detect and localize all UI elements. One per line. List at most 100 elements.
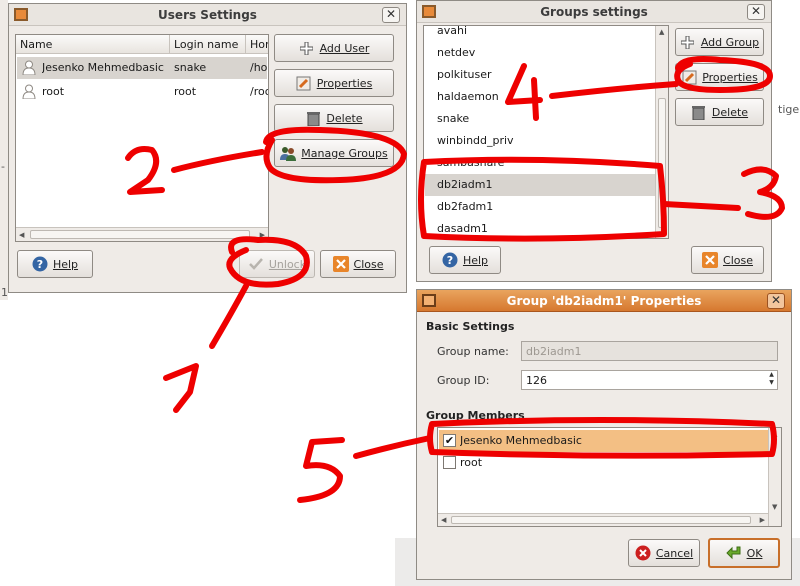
help-icon: ? [32, 256, 48, 272]
add-group-label: Add Group [700, 35, 760, 49]
delete-label: Delete [326, 111, 363, 125]
trash-icon [691, 104, 707, 120]
member-checkbox[interactable]: ✔ [443, 434, 456, 447]
background-window-strip [0, 0, 8, 300]
users-group-icon [280, 145, 297, 161]
manage-groups-button[interactable]: Manage Groups [274, 139, 394, 167]
group-name-field[interactable]: db2iadm1 [521, 341, 778, 361]
table-row[interactable]: root root /roo [17, 81, 268, 103]
group-properties-titlebar: Group 'db2iadm1' Properties ✕ [417, 290, 791, 312]
trash-icon [305, 110, 321, 126]
groups-help-button[interactable]: ? Help [429, 246, 501, 274]
add-group-button[interactable]: Add Group [675, 28, 764, 56]
manage-groups-label: Manage Groups [301, 146, 388, 160]
list-item[interactable]: db2fadm1 [425, 196, 667, 218]
groups-close-button[interactable]: Close [691, 246, 764, 274]
close-icon[interactable]: ✕ [747, 4, 765, 20]
svg-text:?: ? [447, 254, 453, 267]
member-name: root [460, 456, 483, 469]
add-user-label: Add User [319, 41, 370, 55]
list-item[interactable]: polkituser [425, 64, 667, 86]
user-home: /hor [250, 61, 268, 74]
list-item[interactable]: avahi [425, 26, 667, 42]
groups-titlebar: Groups settings ✕ [417, 1, 771, 23]
member-row[interactable]: root [439, 452, 780, 474]
help-label: Help [462, 253, 489, 267]
background-text-fragment: - [1, 160, 5, 173]
group-properties-button[interactable]: Properties [675, 63, 764, 91]
unlock-label: Unlock [268, 257, 307, 271]
check-icon [248, 256, 264, 272]
basic-settings-heading: Basic Settings [426, 320, 515, 333]
list-item[interactable]: snake [425, 108, 667, 130]
scroll-left-icon[interactable]: ◀ [441, 516, 446, 524]
user-avatar-icon [22, 84, 36, 99]
background-text-fragment: tige [778, 103, 800, 116]
list-item-selected[interactable]: db2iadm1 [425, 174, 667, 196]
ok-label: OK [746, 546, 763, 560]
properties-label: Properties [316, 76, 373, 90]
close-icon[interactable]: ✕ [382, 7, 400, 23]
scroll-left-icon[interactable]: ◀ [19, 231, 24, 239]
scrollbar-thumb[interactable] [451, 516, 751, 524]
column-header-home[interactable]: Hor [246, 35, 268, 54]
scroll-right-icon[interactable]: ▶ [760, 516, 765, 524]
annotation-digit-1 [163, 363, 199, 413]
add-user-button[interactable]: Add User [274, 34, 394, 62]
close-icon[interactable]: ✕ [767, 293, 785, 309]
properties-button[interactable]: Properties [274, 69, 394, 97]
scrollbar-thumb[interactable] [30, 230, 250, 239]
users-titlebar: Users Settings ✕ [9, 4, 406, 26]
help-button[interactable]: ? Help [17, 250, 93, 278]
annotation-digit-5 [297, 437, 345, 503]
groups-list[interactable]: avahi netdev polkituser haldaemon snake … [423, 25, 669, 239]
list-item[interactable]: sambashare [425, 152, 667, 174]
scrollbar-thumb[interactable] [658, 98, 666, 228]
group-properties-label: Properties [702, 70, 758, 84]
users-settings-window: Users Settings ✕ Name Login name Hor Jes… [8, 3, 407, 293]
ok-arrow-icon [725, 545, 742, 561]
group-delete-button[interactable]: Delete [675, 98, 764, 126]
member-checkbox[interactable] [443, 456, 456, 469]
list-item[interactable]: netdev [425, 42, 667, 64]
list-item[interactable]: dasadm1 [425, 218, 667, 238]
window-title: Users Settings [158, 8, 257, 22]
cancel-button[interactable]: Cancel [628, 539, 700, 567]
background-text-fragment: 1 [1, 286, 8, 299]
user-home: /roo [250, 85, 268, 98]
delete-button[interactable]: Delete [274, 104, 394, 132]
annotation-line-1 [209, 283, 249, 349]
window-title: Groups settings [540, 5, 648, 19]
scroll-up-icon[interactable]: ▲ [659, 28, 664, 36]
list-item[interactable]: haldaemon [425, 86, 667, 108]
column-header-name[interactable]: Name [16, 35, 170, 54]
user-avatar-icon [22, 60, 36, 75]
list-item[interactable]: winbindd_priv [425, 130, 667, 152]
horizontal-scrollbar[interactable]: ◀ ▶ [16, 227, 268, 241]
member-name: Jesenko Mehmedbasic [460, 434, 582, 447]
scroll-right-icon[interactable]: ▶ [260, 231, 265, 239]
group-id-field[interactable]: 126 [521, 370, 778, 390]
close-button[interactable]: Close [320, 250, 396, 278]
close-icon [702, 252, 719, 268]
users-list[interactable]: Name Login name Hor Jesenko Mehmedbasic … [15, 34, 269, 242]
window-title: Group 'db2iadm1' Properties [506, 294, 702, 308]
help-label: Help [52, 257, 79, 271]
vertical-scrollbar[interactable]: ▲ [655, 26, 668, 238]
ok-button[interactable]: OK [708, 538, 780, 568]
plus-icon [680, 34, 696, 50]
close-label: Close [353, 257, 384, 271]
table-row[interactable]: Jesenko Mehmedbasic snake /hor [17, 57, 268, 79]
scroll-down-icon[interactable]: ▼ [772, 503, 777, 511]
user-login: root [174, 85, 197, 98]
group-id-stepper[interactable]: ▲ ▼ [766, 371, 777, 389]
members-list[interactable]: ✔ Jesenko Mehmedbasic root ◀ ▶ ▲ ▼ [437, 427, 782, 527]
cancel-icon [635, 545, 651, 561]
member-row[interactable]: ✔ Jesenko Mehmedbasic [439, 430, 780, 452]
scroll-up-icon[interactable]: ▲ [772, 430, 777, 438]
horizontal-scrollbar[interactable]: ◀ ▶ [438, 513, 768, 526]
groups-settings-window: Groups settings ✕ avahi netdev polkituse… [416, 0, 772, 282]
unlock-button[interactable]: Unlock [239, 250, 315, 278]
column-header-login[interactable]: Login name [170, 35, 246, 54]
vertical-scrollbar[interactable]: ▲ ▼ [768, 428, 781, 526]
